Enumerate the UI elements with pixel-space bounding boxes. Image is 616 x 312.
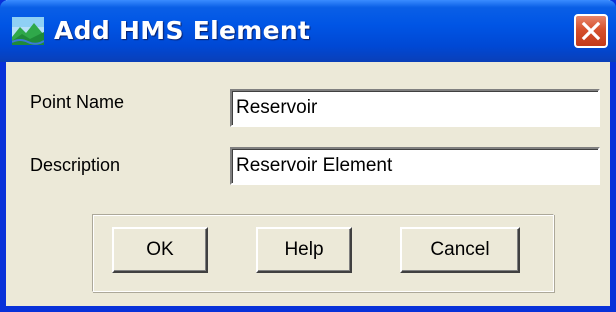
cancel-button[interactable]: Cancel — [400, 227, 520, 273]
close-icon — [581, 21, 601, 41]
ok-button[interactable]: OK — [112, 227, 208, 273]
description-label: Description — [30, 155, 121, 175]
description-field[interactable] — [230, 147, 600, 185]
close-button[interactable] — [574, 14, 608, 48]
title-bar[interactable]: Add HMS Element — [0, 0, 616, 62]
help-button[interactable]: Help — [256, 227, 352, 273]
dialog-window: Add HMS Element Point Name Description O… — [0, 0, 616, 312]
hms-landscape-icon — [11, 17, 45, 45]
point-name-field[interactable] — [230, 89, 600, 127]
point-name-label: Point Name — [30, 92, 125, 112]
window-title: Add HMS Element — [54, 16, 311, 45]
